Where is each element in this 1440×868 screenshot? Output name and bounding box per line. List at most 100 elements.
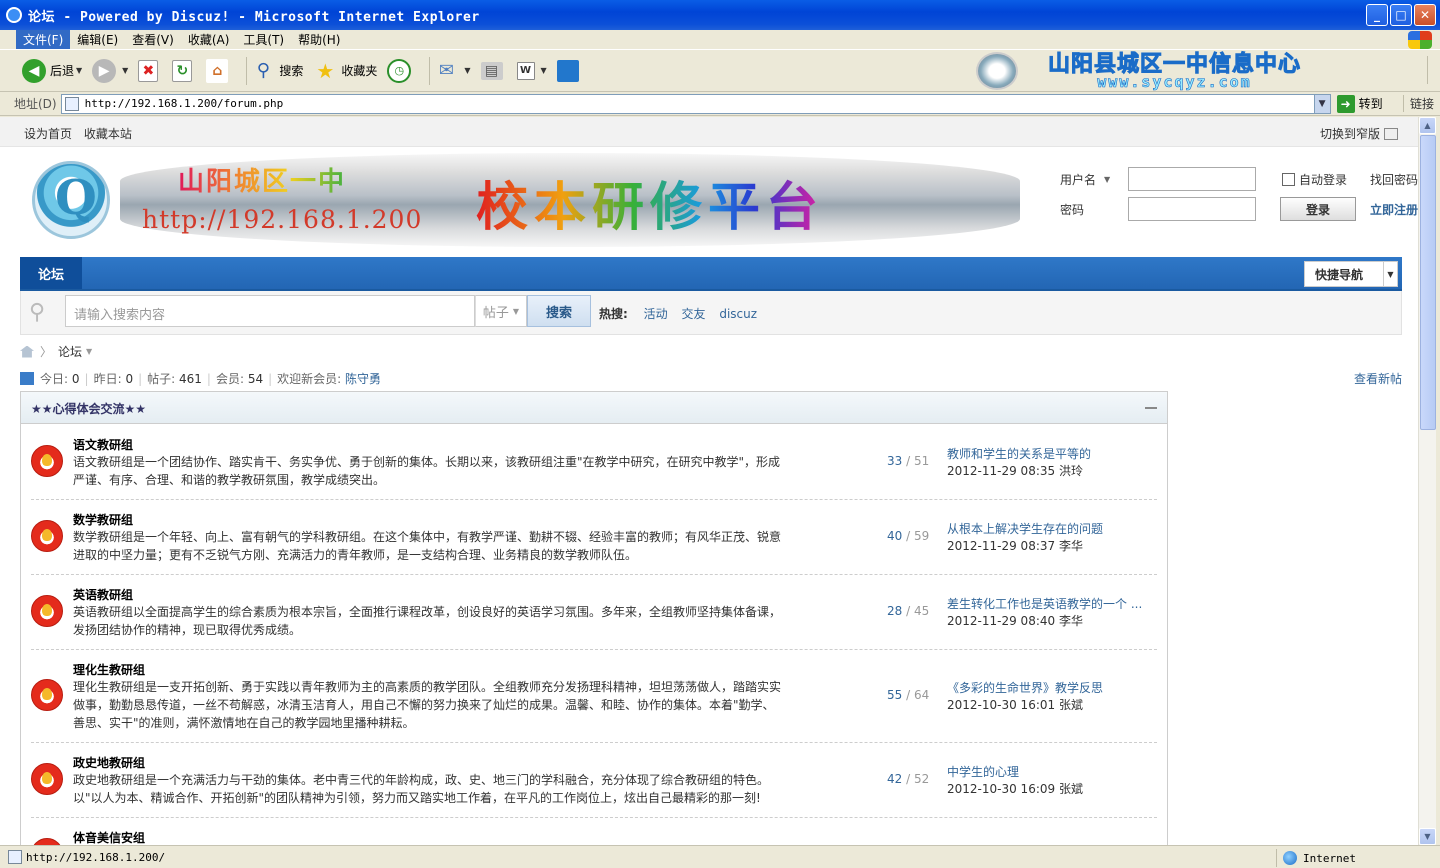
switch-width-link[interactable]: 切换到窄版 <box>1320 125 1380 142</box>
forum-icon[interactable] <box>31 445 63 477</box>
stop-button[interactable]: ✖ <box>138 59 162 82</box>
address-url[interactable]: http://192.168.1.200/forum.php <box>85 97 1314 110</box>
scroll-up-icon[interactable]: ▲ <box>1419 117 1436 134</box>
username-input[interactable] <box>1128 167 1256 191</box>
menu-tools[interactable]: 工具(T) <box>236 30 291 49</box>
messenger-button[interactable] <box>556 59 583 82</box>
menu-file[interactable]: 文件(F) <box>16 30 71 49</box>
hot-search-link[interactable]: 交友 <box>681 307 705 321</box>
forum-icon[interactable] <box>31 520 63 552</box>
last-post-link[interactable]: 《多彩的生命世界》教学反思 <box>947 679 1157 696</box>
refresh-icon: ↻ <box>172 59 193 82</box>
mail-button[interactable]: ✉ ▼ <box>434 59 471 83</box>
address-bar: 地址(D) http://192.168.1.200/forum.php ▼ ➜… <box>0 92 1440 116</box>
maximize-button[interactable]: □ <box>1390 4 1412 26</box>
register-link[interactable]: 立即注册 <box>1370 201 1418 218</box>
category-title[interactable]: ★★心得体会交流★★ <box>31 400 146 417</box>
login-button[interactable]: 登录 <box>1280 197 1356 221</box>
edit-dropdown-icon[interactable]: ▼ <box>541 66 547 75</box>
security-zone[interactable]: Internet <box>1276 849 1356 867</box>
refresh-button[interactable]: ↻ <box>172 59 196 82</box>
toolbar-banner: 山阳县城区一中信息中心 www.sycqyz.com <box>976 52 1301 90</box>
hot-search-link[interactable]: discuz <box>719 307 757 321</box>
last-post-meta: 2012-11-29 08:37 李华 <box>947 539 1083 553</box>
forum-icon[interactable] <box>31 763 63 795</box>
close-button[interactable]: ✕ <box>1414 4 1436 26</box>
home-icon[interactable] <box>20 345 34 358</box>
star-icon: ★ <box>316 58 335 83</box>
page-icon <box>64 96 79 111</box>
scroll-down-icon[interactable]: ▼ <box>1419 828 1436 845</box>
forum-name[interactable]: 语文教研组 <box>73 436 133 453</box>
banner-school-name: 山阳城区一中 <box>178 161 346 198</box>
last-post-link[interactable]: 中学生的心理 <box>947 763 1157 780</box>
last-post-link[interactable]: 差生转化工作也是英语教学的一个 ... <box>947 595 1157 612</box>
login-form: 用户名 ▼ 自动登录 找回密码 密码 登录 立即注册 <box>1060 165 1418 245</box>
nav-tab-forum[interactable]: 论坛 <box>20 257 82 289</box>
stats-yesterday: 0 <box>125 371 134 386</box>
page-scrollbar[interactable]: ▲ ▼ <box>1418 117 1436 845</box>
edit-button[interactable]: W ▼ <box>516 61 547 80</box>
password-input[interactable] <box>1128 197 1256 221</box>
set-homepage-link[interactable]: 设为首页 <box>24 127 72 141</box>
links-button[interactable]: 链接 <box>1402 95 1434 112</box>
minimize-button[interactable]: _ <box>1366 4 1388 26</box>
find-password-link[interactable]: 找回密码 <box>1370 171 1418 188</box>
forward-dropdown-icon[interactable]: ▼ <box>122 66 128 75</box>
quick-nav-button[interactable]: 快捷导航 ▼ <box>1304 261 1398 287</box>
home-button[interactable]: ⌂ <box>206 58 232 83</box>
quick-nav-dropdown-icon[interactable]: ▼ <box>1383 262 1397 286</box>
breadcrumb-dropdown-icon[interactable]: ▼ <box>86 347 92 356</box>
back-button[interactable]: ◀ 后退 ▼ <box>22 58 82 83</box>
history-button[interactable]: ◷ <box>387 58 415 83</box>
forum-icon[interactable] <box>31 838 63 845</box>
auto-login-label[interactable]: 自动登录 <box>1299 171 1347 188</box>
site-logo-icon[interactable] <box>32 161 110 239</box>
stop-icon: ✖ <box>138 59 159 82</box>
stats-chart-icon[interactable] <box>20 372 34 385</box>
forum-icon[interactable] <box>31 679 63 711</box>
mail-dropdown-icon[interactable]: ▼ <box>464 66 470 75</box>
forward-button[interactable]: ▶ ▼ <box>92 58 128 83</box>
search-button[interactable]: ⚲ 搜索 <box>251 59 304 83</box>
hot-search-link[interactable]: 活动 <box>644 307 668 321</box>
forum-counts: 42 / 52 <box>887 772 930 786</box>
forum-name[interactable]: 理化生教研组 <box>73 661 145 678</box>
address-input[interactable]: http://192.168.1.200/forum.php ▼ <box>60 93 1331 114</box>
scroll-thumb[interactable] <box>1420 135 1436 430</box>
newest-member-link[interactable]: 陈守勇 <box>345 370 381 387</box>
forum-thread-count: 33 <box>887 454 903 468</box>
go-button[interactable]: ➜ 转到 <box>1336 94 1383 113</box>
bookmark-link[interactable]: 收藏本站 <box>84 127 132 141</box>
search-submit-button[interactable]: 搜索 <box>527 295 591 327</box>
address-dropdown-icon[interactable]: ▼ <box>1313 94 1330 113</box>
menu-edit[interactable]: 编辑(E) <box>70 30 125 49</box>
username-type-dropdown-icon[interactable]: ▼ <box>1104 175 1128 184</box>
favorites-button[interactable]: ★ 收藏夹 <box>313 59 377 83</box>
banner-english-text: www.sycqyz.com <box>1097 72 1252 91</box>
menu-favorites[interactable]: 收藏(A) <box>181 30 237 49</box>
forum-name[interactable]: 体音美信安组 <box>73 829 145 845</box>
search-input[interactable]: 请输入搜索内容 <box>65 295 475 327</box>
forum-icon[interactable] <box>31 595 63 627</box>
view-new-posts-link[interactable]: 查看新帖 <box>1354 370 1402 387</box>
search-type-select[interactable]: 帖子 ▼ <box>475 295 527 327</box>
forum-name[interactable]: 政史地教研组 <box>73 754 145 771</box>
breadcrumb-current[interactable]: 论坛 <box>58 343 82 360</box>
last-post-link[interactable]: 从根本上解决学生存在的问题 <box>947 520 1157 537</box>
search-type-label: 帖子 <box>482 305 509 321</box>
site-header: 山阳城区一中 http://192.168.1.200 校本研修平台 用户名 ▼… <box>20 153 1418 249</box>
stats-today: 0 <box>71 371 80 386</box>
forum-name[interactable]: 数学教研组 <box>73 511 133 528</box>
forum-name[interactable]: 英语教研组 <box>73 586 133 603</box>
collapse-icon[interactable] <box>1145 407 1157 409</box>
menu-help[interactable]: 帮助(H) <box>291 30 347 49</box>
auto-login-checkbox[interactable] <box>1282 173 1295 186</box>
print-button[interactable]: ▤ <box>480 61 507 80</box>
menu-view[interactable]: 查看(V) <box>125 30 181 49</box>
last-post-meta: 2012-10-30 16:09 张斌 <box>947 782 1083 796</box>
forum-post-count: 51 <box>913 454 930 468</box>
last-post-link[interactable]: 教师和学生的关系是平等的 <box>947 445 1157 462</box>
switch-width-icon[interactable] <box>1384 127 1398 140</box>
back-dropdown-icon[interactable]: ▼ <box>76 66 82 75</box>
